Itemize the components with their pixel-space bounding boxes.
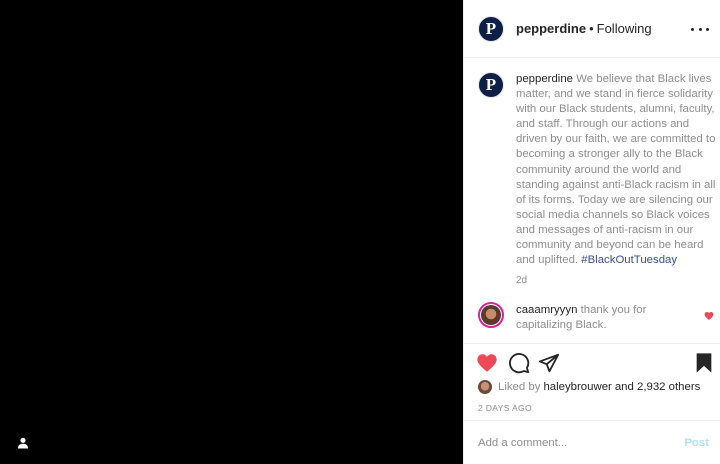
caption-author-avatar[interactable]: P <box>478 72 504 98</box>
comment-item: caaamryyyn thank you for capitalizing Bl… <box>478 302 714 332</box>
caption-body: We believe that Black lives matter, and … <box>516 73 716 267</box>
post-side-panel: P pepperdine • Following P pepperdine We b… <box>463 0 720 464</box>
comment-username[interactable]: caaamryyyn <box>516 304 577 316</box>
post-comment-button[interactable]: Post <box>684 437 709 449</box>
separator-dot: • <box>589 21 594 36</box>
caption-text: pepperdine We believe that Black lives m… <box>516 72 716 268</box>
share-icon[interactable] <box>538 352 560 374</box>
likes-others[interactable]: and 2,932 others <box>615 381 701 393</box>
likes-summary: Liked by haleybrouwer and 2,932 others <box>478 379 700 395</box>
author-line: pepperdine • Following <box>516 21 652 36</box>
comment-text: caaamryyyn thank you for capitalizing Bl… <box>516 303 676 333</box>
user-tag-icon[interactable] <box>16 436 30 450</box>
actions-divider <box>464 343 720 344</box>
commenter-avatar[interactable] <box>478 302 504 328</box>
likes-prefix: Liked by <box>498 381 541 393</box>
comment-icon[interactable] <box>508 352 530 374</box>
liker-username[interactable]: haleybrouwer <box>543 381 611 393</box>
comment-heart-icon[interactable] <box>704 311 714 321</box>
post-media[interactable] <box>0 0 463 464</box>
heart-filled-icon[interactable] <box>476 352 498 374</box>
caption-age[interactable]: 2d <box>516 275 527 286</box>
post-header: P pepperdine • Following <box>464 0 720 58</box>
add-comment-bar: Post <box>464 420 720 464</box>
caption-username[interactable]: pepperdine <box>516 73 573 85</box>
bookmark-icon[interactable] <box>693 352 715 374</box>
author-username[interactable]: pepperdine <box>516 21 586 36</box>
caption-hashtag[interactable]: #BlackOutTuesday <box>581 254 677 266</box>
more-options-icon[interactable] <box>691 20 709 38</box>
comment-input[interactable] <box>478 436 685 449</box>
liker-avatar[interactable] <box>478 380 492 394</box>
author-avatar[interactable]: P <box>478 15 504 42</box>
follow-status[interactable]: Following <box>597 21 652 36</box>
post-timestamp[interactable]: 2 DAYS AGO <box>478 403 532 413</box>
